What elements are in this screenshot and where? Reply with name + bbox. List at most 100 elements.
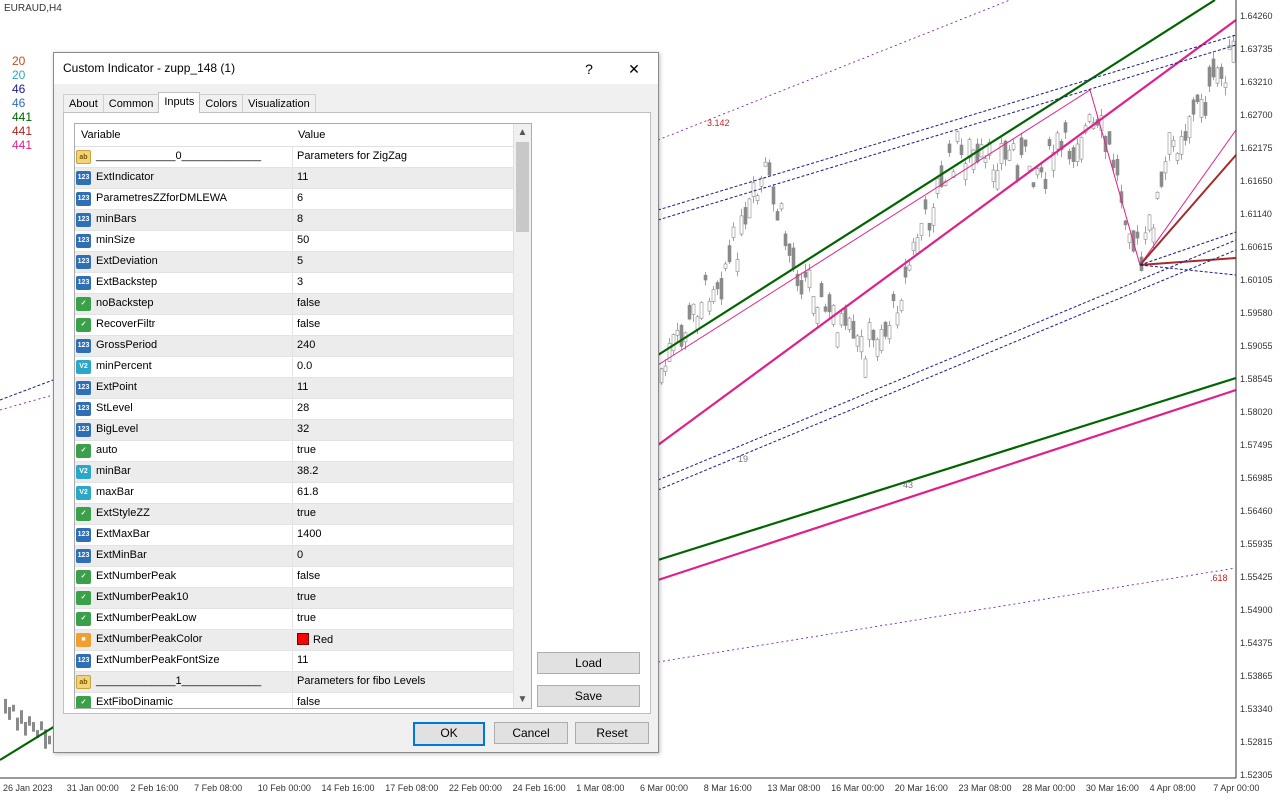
input-row[interactable]: 123 ExtIndicator 11: [75, 168, 531, 189]
input-row[interactable]: 123 ExtDeviation 5: [75, 252, 531, 273]
input-value[interactable]: 11: [297, 171, 308, 183]
input-row[interactable]: ✓ RecoverFiltr false: [75, 315, 531, 336]
candle-body: [819, 283, 824, 298]
date-tick-label: 31 Jan 00:00: [66, 783, 119, 793]
input-value[interactable]: true: [297, 444, 316, 456]
candle-body: [1191, 99, 1196, 115]
input-row[interactable]: 123 StLevel 28: [75, 399, 531, 420]
input-row[interactable]: 123 minBars 8: [75, 210, 531, 231]
input-row[interactable]: ✓ auto true: [75, 441, 531, 462]
input-value[interactable]: 1400: [297, 528, 321, 540]
load-button[interactable]: Load: [537, 652, 640, 674]
tab-colors[interactable]: Colors: [199, 94, 244, 113]
input-row[interactable]: 123 ParametresZZforDMLEWA 6: [75, 189, 531, 210]
input-row[interactable]: ✓ ExtStyleZZ true: [75, 504, 531, 525]
price-tick-label: 1.60615: [1240, 242, 1273, 252]
input-row[interactable]: 123 minSize 50: [75, 231, 531, 252]
input-value[interactable]: 38.2: [297, 465, 318, 477]
integer-icon: 123: [76, 255, 91, 269]
close-icon[interactable]: ✕: [612, 55, 656, 83]
candle-body: [1031, 182, 1036, 188]
input-value[interactable]: false: [297, 297, 320, 309]
vertical-scrollbar[interactable]: ▲ ▼: [513, 124, 531, 708]
candle-body: [851, 320, 856, 339]
input-value[interactable]: Parameters for ZigZag: [297, 150, 407, 162]
scroll-thumb[interactable]: [516, 142, 529, 232]
help-icon[interactable]: ?: [567, 55, 611, 83]
input-value[interactable]: 240: [297, 339, 315, 351]
reset-button[interactable]: Reset: [575, 722, 649, 744]
input-row[interactable]: ab _____________1_____________ Parameters …: [75, 672, 531, 693]
scroll-down-icon[interactable]: ▼: [514, 691, 531, 708]
input-row[interactable]: ✓ noBackstep false: [75, 294, 531, 315]
column-divider: [292, 672, 293, 692]
input-row[interactable]: 123 ExtMaxBar 1400: [75, 525, 531, 546]
column-divider: [292, 294, 293, 314]
candle-body: [1111, 159, 1116, 168]
input-row[interactable]: V2 minPercent 0.0: [75, 357, 531, 378]
input-value[interactable]: false: [297, 696, 320, 708]
input-value[interactable]: 11: [297, 654, 308, 666]
input-value[interactable]: 5: [297, 255, 303, 267]
integer-icon: 123: [76, 276, 91, 290]
candle-body: [16, 717, 19, 731]
column-divider: [292, 630, 293, 650]
tab-inputs[interactable]: Inputs: [158, 92, 201, 113]
tab-about[interactable]: About: [63, 94, 104, 113]
input-row[interactable]: ✓ ExtNumberPeak false: [75, 567, 531, 588]
input-value[interactable]: 28: [297, 402, 309, 414]
input-row[interactable]: 123 ExtNumberPeakFontSize 11: [75, 651, 531, 672]
input-name: minSize: [96, 234, 136, 246]
color-swatch[interactable]: [297, 633, 309, 645]
input-row[interactable]: 123 ExtBackstep 3: [75, 273, 531, 294]
date-tick-label: 1 Mar 08:00: [576, 783, 625, 793]
input-row[interactable]: V2 minBar 38.2: [75, 462, 531, 483]
input-value[interactable]: 11: [297, 381, 308, 393]
input-value[interactable]: 50: [297, 234, 309, 246]
input-value[interactable]: 3: [297, 276, 303, 288]
tab-common[interactable]: Common: [102, 94, 160, 113]
input-row[interactable]: ■ ExtNumberPeakColor Red: [75, 630, 531, 651]
candle-body: [1087, 114, 1092, 122]
input-value[interactable]: false: [297, 570, 320, 582]
input-value[interactable]: 6: [297, 192, 303, 204]
input-row[interactable]: 123 GrossPeriod 240: [75, 336, 531, 357]
input-row[interactable]: 123 ExtMinBar 0: [75, 546, 531, 567]
input-row[interactable]: ✓ ExtNumberPeak10 true: [75, 588, 531, 609]
column-divider: [292, 588, 293, 608]
input-value[interactable]: 61.8: [297, 486, 318, 498]
input-value[interactable]: 32: [297, 423, 309, 435]
candle-body: [679, 324, 684, 347]
input-value[interactable]: false: [297, 318, 320, 330]
candle-body: [1171, 140, 1176, 147]
save-button[interactable]: Save: [537, 685, 640, 707]
column-divider: [292, 210, 293, 230]
ok-button[interactable]: OK: [413, 722, 485, 746]
input-row[interactable]: 123 BigLevel 32: [75, 420, 531, 441]
input-value[interactable]: 8: [297, 213, 303, 225]
input-value[interactable]: Red: [297, 633, 333, 646]
input-value[interactable]: true: [297, 612, 316, 624]
input-value[interactable]: Parameters for fibo Levels: [297, 675, 425, 687]
candle-body: [955, 131, 960, 142]
column-divider: [292, 231, 293, 251]
input-value[interactable]: true: [297, 591, 316, 603]
input-row[interactable]: 123 ExtPoint 11: [75, 378, 531, 399]
candle-body: [1219, 66, 1224, 79]
tab-visualization[interactable]: Visualization: [242, 94, 316, 113]
input-row[interactable]: ✓ ExtNumberPeakLow true: [75, 609, 531, 630]
input-row[interactable]: V2 maxBar 61.8: [75, 483, 531, 504]
input-value[interactable]: true: [297, 507, 316, 519]
scroll-up-icon[interactable]: ▲: [514, 124, 531, 141]
integer-icon: 123: [76, 339, 91, 353]
input-row[interactable]: ✓ ExtFiboDinamic false: [75, 693, 531, 708]
candle-body: [731, 226, 736, 238]
value-column-header[interactable]: Value: [298, 129, 325, 141]
input-value[interactable]: 0: [297, 549, 303, 561]
cancel-button[interactable]: Cancel: [494, 722, 568, 744]
input-row[interactable]: ab _____________0_____________ Parameters …: [75, 147, 531, 168]
input-value[interactable]: 0.0: [297, 360, 312, 372]
dialog-titlebar[interactable]: Custom Indicator - zupp_148 (1) ? ✕: [54, 53, 658, 84]
variable-column-header[interactable]: Variable: [81, 129, 121, 141]
date-tick-label: 16 Mar 00:00: [831, 783, 885, 793]
